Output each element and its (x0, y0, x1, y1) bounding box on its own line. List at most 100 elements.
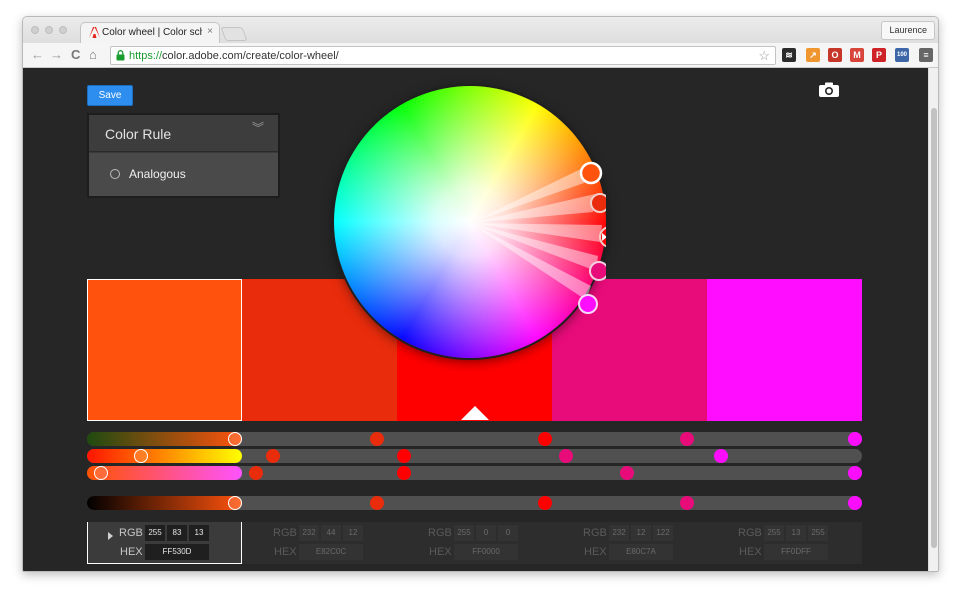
swatch-values-3: RGB 255 0 0 HEX FF0000 (397, 522, 552, 564)
home-icon[interactable]: ⌂ (89, 47, 97, 63)
rgb-label: RGB (428, 527, 452, 539)
rgb-r-field[interactable]: 232 (609, 525, 629, 541)
color-wheel-handles (470, 161, 606, 314)
close-window-button[interactable] (31, 26, 39, 34)
rgb-b-field[interactable]: 122 (653, 525, 673, 541)
gmail-icon[interactable]: M (850, 48, 864, 62)
rgb-label: RGB (738, 527, 762, 539)
rgb-g-field[interactable]: 83 (167, 525, 187, 541)
bookmark-star-icon[interactable]: ☆ (758, 48, 770, 64)
brightness-knob-1[interactable] (228, 496, 242, 510)
wheel-handle-4[interactable] (589, 261, 606, 281)
color-wheel-page: Save Color Rule ︾ Analogous RGB 255 83 1… (23, 68, 928, 571)
green-channel-knob-5[interactable] (714, 449, 729, 463)
color-swatch-1[interactable] (87, 279, 242, 421)
red-channel-knob-1[interactable] (228, 432, 242, 446)
hex-field[interactable]: FF0DFF (764, 544, 828, 560)
rgb-g-field[interactable]: 0 (476, 525, 496, 541)
blue-channel-knob-2[interactable] (249, 466, 264, 480)
profile-button[interactable]: Laurence (881, 21, 935, 40)
hex-label: HEX (739, 546, 762, 558)
green-channel-knob-3[interactable] (397, 449, 411, 463)
expand-triangle-icon[interactable] (108, 532, 113, 540)
hex-field[interactable]: E80C7A (609, 544, 673, 560)
browser-window: Color wheel | Color scheme × Laurence ← … (22, 16, 939, 572)
rgb-r-field[interactable]: 255 (145, 525, 165, 541)
swatch-values-4: RGB 232 12 122 HEX E80C7A (552, 522, 707, 564)
blue-channel-active-slider[interactable] (87, 466, 242, 480)
blue-channel-knob-4[interactable] (619, 466, 634, 480)
adobe-icon (89, 27, 100, 38)
pinterest-icon[interactable]: P (872, 48, 886, 62)
color-swatch-5[interactable] (707, 279, 862, 421)
green-channel-knob-2[interactable] (265, 449, 280, 463)
tab-title: Color wheel | Color scheme (102, 27, 202, 38)
rule-option-analogous[interactable]: Analogous (89, 153, 278, 196)
scrollbar-thumb[interactable] (931, 108, 937, 548)
color-wheel[interactable] (334, 86, 606, 358)
hex-field[interactable]: E82C0C (299, 544, 363, 560)
rgb-b-field[interactable]: 0 (498, 525, 518, 541)
menu-icon[interactable]: ≡ (919, 48, 933, 62)
rgb-b-field[interactable]: 255 (808, 525, 828, 541)
blue-channel-knob-5[interactable] (848, 466, 862, 480)
rgb-r-field[interactable]: 255 (764, 525, 784, 541)
rgb-r-field[interactable]: 232 (299, 525, 319, 541)
camera-icon[interactable] (818, 82, 840, 98)
rgb-g-field[interactable]: 12 (631, 525, 651, 541)
new-tab-button[interactable] (220, 27, 248, 41)
red-channel-knob-3[interactable] (538, 432, 552, 446)
reload-icon[interactable]: C (71, 47, 80, 63)
tab-bar: Color wheel | Color scheme × Laurence (23, 17, 938, 43)
hex-field[interactable]: FF530D (145, 544, 209, 560)
rgb-b-field[interactable]: 12 (343, 525, 363, 541)
buffer-icon[interactable]: ≋ (782, 48, 796, 62)
wheel-handle-2[interactable] (590, 193, 606, 213)
red-channel-knob-5[interactable] (848, 432, 862, 446)
blue-channel-knob-3[interactable] (397, 466, 411, 480)
red-channel-active-slider[interactable] (87, 432, 242, 446)
hex-field[interactable]: FF0000 (454, 544, 518, 560)
rgb-r-field[interactable]: 255 (454, 525, 474, 541)
green-channel-knob-1[interactable] (133, 449, 148, 463)
minimize-window-button[interactable] (45, 26, 53, 34)
hundred-icon[interactable]: 100 (895, 48, 909, 62)
swatch-values-5: RGB 255 13 255 HEX FF0DFF (707, 522, 862, 564)
hex-label: HEX (584, 546, 607, 558)
tab-color-wheel[interactable]: Color wheel | Color scheme × (80, 22, 220, 43)
rgb-g-field[interactable]: 44 (321, 525, 341, 541)
back-icon[interactable]: ← (31, 47, 44, 63)
swatch-values-1: RGB 255 83 13 HEX FF530D (87, 522, 242, 564)
rgb-g-field[interactable]: 13 (786, 525, 806, 541)
chevron-down-icon: ︾ (251, 121, 264, 135)
zoom-window-button[interactable] (59, 26, 67, 34)
ghostery-icon[interactable]: O (828, 48, 842, 62)
rgb-label: RGB (119, 527, 143, 539)
brightness-active-slider[interactable] (87, 496, 242, 510)
swatch-values-2: RGB 232 44 12 HEX E82C0C (242, 522, 397, 564)
wheel-handle-1[interactable] (579, 161, 603, 185)
green-channel-active-slider[interactable] (87, 449, 242, 463)
color-rule-panel: Color Rule ︾ Analogous (89, 115, 278, 196)
page-scrollbar[interactable] (928, 68, 938, 571)
rgb-label: RGB (583, 527, 607, 539)
forward-icon[interactable]: → (50, 47, 63, 63)
wheel-handle-5[interactable] (578, 294, 598, 314)
color-rule-dropdown[interactable]: Color Rule ︾ (89, 115, 278, 152)
rule-option-label: Analogous (129, 167, 186, 181)
hex-label: HEX (274, 546, 297, 558)
hex-label: HEX (429, 546, 452, 558)
rgb-b-field[interactable]: 13 (189, 525, 209, 541)
brightness-knob-5[interactable] (848, 496, 862, 510)
green-channel-knob-4[interactable] (559, 449, 574, 463)
hex-label: HEX (120, 546, 143, 558)
active-swatch-pointer (461, 406, 489, 420)
tab-close-icon[interactable]: × (207, 26, 213, 37)
address-bar[interactable]: https://color.adobe.com/create/color-whe… (110, 46, 776, 65)
save-button[interactable]: Save (87, 85, 133, 106)
browser-toolbar: ← → C ⌂ https://color.adobe.com/create/c… (23, 43, 938, 68)
radio-icon (110, 169, 120, 179)
stats-icon[interactable]: ↗ (806, 48, 820, 62)
blue-channel-knob-1[interactable] (94, 466, 109, 480)
brightness-knob-3[interactable] (538, 496, 552, 510)
